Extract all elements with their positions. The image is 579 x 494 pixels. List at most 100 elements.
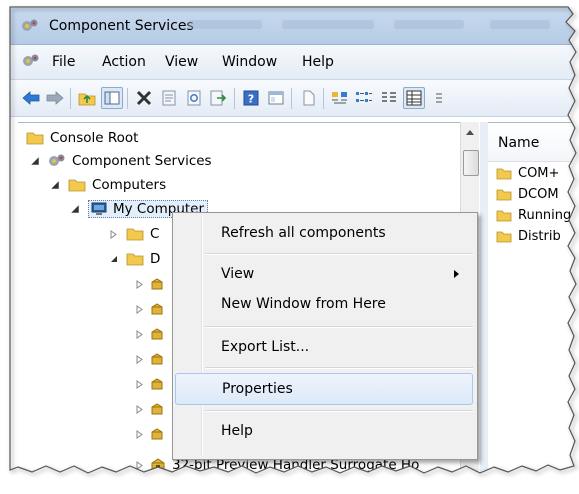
collapsed-arrow-icon[interactable]	[136, 329, 144, 339]
list-item[interactable]: COM+	[496, 163, 559, 183]
system-menu-icon[interactable]	[22, 53, 40, 69]
column-header-label: Name	[498, 135, 540, 151]
menu-item-export-list[interactable]: Export List...	[175, 333, 473, 361]
refresh-icon[interactable]	[183, 87, 205, 109]
tree-node-label: Computers	[92, 177, 167, 193]
small-icons-icon[interactable]	[353, 87, 375, 109]
tree-node-console-root[interactable]: Console Root	[26, 127, 138, 149]
back-icon[interactable]	[20, 87, 42, 109]
menu-item-new-window-from-here[interactable]: New Window from Here	[175, 290, 473, 318]
tree-node-computers[interactable]: Computers	[50, 174, 166, 196]
list-item[interactable]: Running	[496, 205, 571, 225]
expanded-arrow-icon[interactable]	[50, 180, 60, 190]
folder-icon	[496, 231, 512, 242]
expanded-arrow-icon[interactable]	[110, 255, 118, 263]
background-blur	[490, 20, 550, 29]
list-view-icon[interactable]	[378, 87, 400, 109]
package-icon	[151, 328, 163, 340]
export-icon[interactable]	[208, 87, 230, 109]
menu-window[interactable]: Window	[222, 54, 277, 70]
computer-icon	[91, 202, 107, 215]
pane-splitter[interactable]	[480, 122, 488, 493]
help-icon[interactable]: ?	[240, 87, 262, 109]
toolbar-separator	[323, 88, 324, 109]
toolbar-separator	[70, 88, 71, 109]
menu-help[interactable]: Help	[302, 54, 334, 70]
menu-item-label: Properties	[222, 381, 293, 397]
package-icon	[151, 428, 163, 440]
tree-node-label: D	[150, 251, 161, 267]
tree-node-dcom-app[interactable]	[136, 398, 170, 420]
submenu-arrow-icon	[454, 270, 459, 278]
collapsed-arrow-icon[interactable]	[136, 379, 144, 389]
menu-action[interactable]: Action	[102, 54, 146, 70]
menu-item-view[interactable]: View	[175, 260, 473, 288]
scroll-up-arrow-icon[interactable]	[466, 130, 474, 135]
background-blur	[282, 20, 374, 29]
result-pane: Name COM+ DCOM Running Distrib	[488, 122, 579, 494]
more-toolbar-icon[interactable]	[428, 87, 450, 109]
collapsed-arrow-icon[interactable]	[136, 354, 144, 364]
tree-node-dcom-app[interactable]	[136, 298, 170, 320]
menu-item-label: View	[221, 266, 255, 282]
tree-node-component-services[interactable]: Component Services	[30, 150, 212, 172]
folder-icon	[68, 179, 86, 192]
menu-file[interactable]: File	[52, 54, 75, 70]
collapsed-arrow-icon[interactable]	[136, 304, 144, 314]
properties-icon[interactable]	[158, 87, 180, 109]
toolbar-separator	[291, 88, 292, 109]
expanded-arrow-icon[interactable]	[70, 204, 80, 214]
tree-node-dcom-app[interactable]	[136, 423, 170, 445]
expanded-arrow-icon[interactable]	[30, 156, 40, 166]
menu-item-refresh-all-components[interactable]: Refresh all components	[175, 219, 473, 247]
menu-item-help[interactable]: Help	[175, 417, 473, 445]
menu-item-label: New Window from Here	[221, 296, 386, 312]
list-item-label: Distrib	[518, 228, 561, 244]
collapsed-arrow-icon[interactable]	[136, 429, 144, 439]
package-icon	[151, 403, 163, 415]
folder-icon	[496, 189, 512, 200]
tree-node-c[interactable]: C	[110, 223, 159, 245]
tree-node-label: Console Root	[50, 130, 139, 146]
large-icons-icon[interactable]	[328, 87, 350, 109]
menu-separator	[205, 253, 473, 255]
background-blur	[188, 20, 262, 29]
package-icon	[151, 278, 163, 290]
collapsed-arrow-icon[interactable]	[136, 404, 144, 414]
menu-separator	[205, 326, 473, 328]
folder-icon	[126, 228, 144, 241]
toolbar-separator	[127, 88, 128, 109]
collapsed-arrow-icon[interactable]	[136, 460, 144, 470]
menu-view[interactable]: View	[165, 54, 198, 70]
forward-icon[interactable]	[44, 87, 66, 109]
console-tree-icon[interactable]	[265, 87, 287, 109]
list-item[interactable]: DCOM	[496, 184, 559, 204]
tree-node-dcom-app[interactable]	[136, 348, 170, 370]
background-blur	[394, 20, 464, 29]
column-header-name[interactable]: Name	[488, 123, 579, 162]
new-window-icon[interactable]	[297, 87, 319, 109]
tree-node-d[interactable]: D	[110, 248, 160, 270]
menu-separator	[205, 367, 473, 369]
menu-item-label: Export List...	[221, 339, 310, 355]
delete-icon[interactable]	[133, 87, 155, 109]
folder-icon	[496, 210, 512, 221]
tree-node-dcom-app[interactable]	[136, 323, 170, 345]
tree-node-dcom-app[interactable]	[136, 273, 170, 295]
tree-node-label: Component Services	[72, 153, 212, 169]
menu-item-properties[interactable]: Properties	[175, 373, 473, 405]
tree-node-label: C	[150, 226, 160, 242]
show-hide-tree-icon[interactable]	[101, 87, 123, 109]
scroll-thumb[interactable]	[463, 150, 479, 176]
list-item[interactable]: Distrib	[496, 226, 561, 246]
collapsed-arrow-icon[interactable]	[110, 229, 118, 239]
menu-separator	[205, 410, 473, 412]
tree-node-dcom-app[interactable]	[136, 373, 170, 395]
folder-icon	[126, 253, 144, 266]
list-item-label: COM+	[518, 165, 560, 181]
menu-item-label: Help	[221, 423, 253, 439]
up-folder-icon[interactable]	[76, 87, 98, 109]
collapsed-arrow-icon[interactable]	[136, 279, 144, 289]
detail-view-icon[interactable]	[403, 87, 425, 109]
package-icon	[151, 378, 163, 390]
